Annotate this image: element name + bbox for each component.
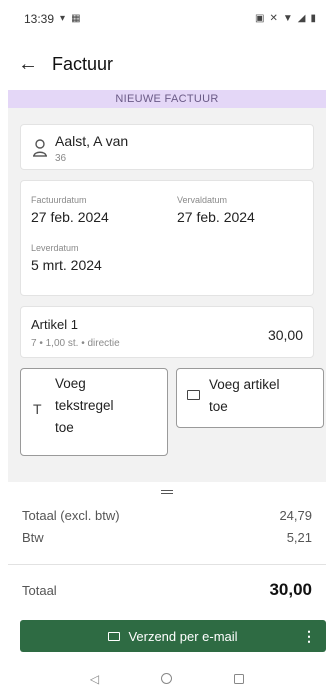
- nav-back-icon[interactable]: ◁: [90, 672, 99, 686]
- add-text-line-label-2: tekstregel: [55, 398, 114, 413]
- drag-handle[interactable]: [161, 490, 173, 494]
- mute-icon: ✕: [269, 13, 278, 24]
- invoice-date-label: Factuurdatum: [31, 195, 87, 205]
- status-banner: NIEUWE FACTUUR: [8, 90, 326, 108]
- battery-icon: ▮: [310, 13, 316, 24]
- add-article-label-2: toe: [209, 399, 228, 414]
- subtotal-label: Totaal (excl. btw): [22, 508, 120, 523]
- back-arrow-icon[interactable]: ←: [18, 53, 46, 76]
- vat-row: Btw 5,21: [22, 530, 312, 545]
- nfc-icon: ▣: [255, 13, 265, 24]
- add-article-label-1: Voeg artikel: [209, 377, 280, 392]
- nav-recents-icon[interactable]: [234, 673, 245, 684]
- add-article-button[interactable]: Voeg artikel toe: [176, 368, 324, 428]
- status-bar: 13:39 ▾ ▦ ▣ ✕ ▼ ◢ ▮: [0, 0, 334, 38]
- app-bar: ← Factuur: [0, 44, 334, 84]
- customer-card[interactable]: Aalst, A van 36: [20, 124, 314, 170]
- vat-label: Btw: [22, 530, 44, 545]
- calendar-icon: ▦: [71, 13, 81, 24]
- subtotal-row: Totaal (excl. btw) 24,79: [22, 508, 312, 523]
- send-email-label: Verzend per e-mail: [128, 628, 238, 644]
- vat-value: 5,21: [286, 530, 312, 545]
- customer-name: Aalst, A van: [55, 133, 129, 149]
- article-icon: [187, 390, 200, 400]
- send-email-button[interactable]: Verzend per e-mail ⋮: [20, 620, 326, 652]
- more-options-icon[interactable]: ⋮: [302, 620, 316, 652]
- add-text-line-label-3: toe: [55, 420, 74, 435]
- dates-card[interactable]: Factuurdatum 27 feb. 2024 Vervaldatum 27…: [20, 180, 314, 296]
- add-text-line-label-1: Voeg: [55, 376, 86, 391]
- delivery-date-label: Leverdatum: [31, 243, 79, 253]
- system-nav-bar: ◁: [0, 660, 334, 697]
- text-icon: T: [33, 401, 42, 417]
- article-name: Artikel 1: [31, 317, 78, 332]
- invoice-content[interactable]: Aalst, A van 36 Factuurdatum 27 feb. 202…: [8, 108, 326, 482]
- divider: [8, 564, 326, 565]
- due-date-value[interactable]: 27 feb. 2024: [177, 209, 255, 225]
- article-line-item[interactable]: Artikel 1 7 • 1,00 st. • directie 30,00: [20, 306, 314, 358]
- page-title: Factuur: [52, 53, 114, 74]
- add-text-line-button[interactable]: T Voeg tekstregel toe: [20, 368, 168, 456]
- person-icon: [33, 139, 47, 157]
- total-value: 30,00: [269, 580, 312, 599]
- signal-icon: ◢: [297, 13, 306, 24]
- total-label: Totaal: [22, 583, 57, 598]
- subtotal-value: 24,79: [279, 508, 312, 523]
- status-time: 13:39: [24, 12, 55, 26]
- notification-icon: ▾: [60, 13, 66, 24]
- nav-home-icon[interactable]: [161, 673, 173, 684]
- wifi-icon: ▼: [282, 13, 293, 24]
- article-details: 7 • 1,00 st. • directie: [31, 338, 120, 349]
- delivery-date-value[interactable]: 5 mrt. 2024: [31, 257, 102, 273]
- due-date-label: Vervaldatum: [177, 195, 228, 205]
- customer-number: 36: [55, 153, 67, 164]
- invoice-date-value[interactable]: 27 feb. 2024: [31, 209, 109, 225]
- mail-icon: [108, 631, 121, 641]
- total-row: Totaal 30,00: [22, 580, 312, 600]
- article-amount: 30,00: [267, 327, 303, 343]
